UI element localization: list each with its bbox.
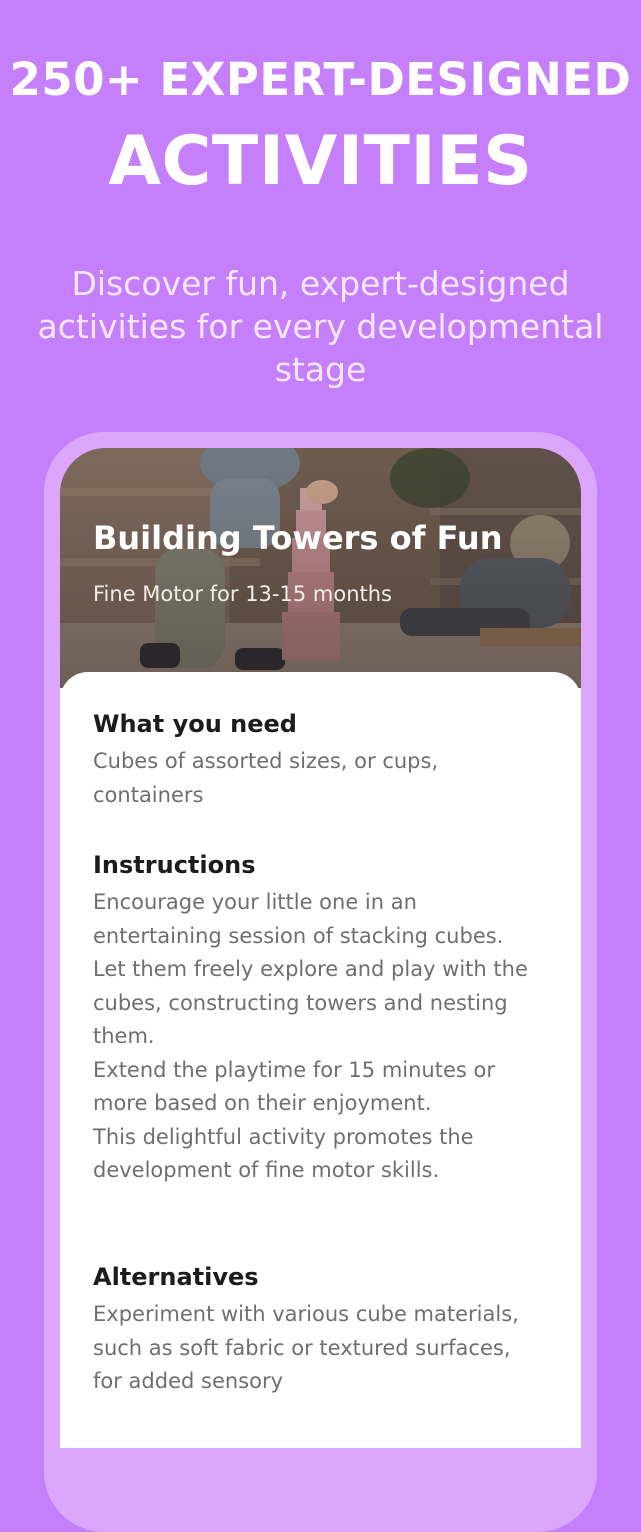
section-body: Encourage your little one in an entertai… [93,890,528,1182]
section-heading: Alternatives [93,1263,259,1291]
activity-details-sheet: What you need Cubes of assorted sizes, o… [60,672,581,1448]
promo-subtitle: Discover fun, expert-designed activities… [37,264,604,389]
section-instructions: Instructions Encourage your little one i… [93,848,543,1188]
section-heading: Instructions [93,851,256,879]
headline-line-2: ACTIVITIES [108,122,533,201]
headline-line-1: 250+ EXPERT-DESIGNED [9,53,632,106]
activity-category: Fine Motor for 13-15 months [93,582,392,606]
section-what-you-need: What you need Cubes of assorted sizes, o… [93,707,543,812]
section-body: Cubes of assorted sizes, or cups, contai… [93,749,439,807]
section-alternatives: Alternatives Experiment with various cub… [93,1260,543,1399]
activity-title: Building Towers of Fun [93,519,503,557]
section-heading: What you need [93,710,297,738]
section-body: Experiment with various cube materials, … [93,1302,519,1393]
activity-hero-image: Building Towers of Fun Fine Motor for 13… [60,448,581,688]
phone-screen: Building Towers of Fun Fine Motor for 13… [60,448,581,1448]
hero-overlay [60,448,581,688]
